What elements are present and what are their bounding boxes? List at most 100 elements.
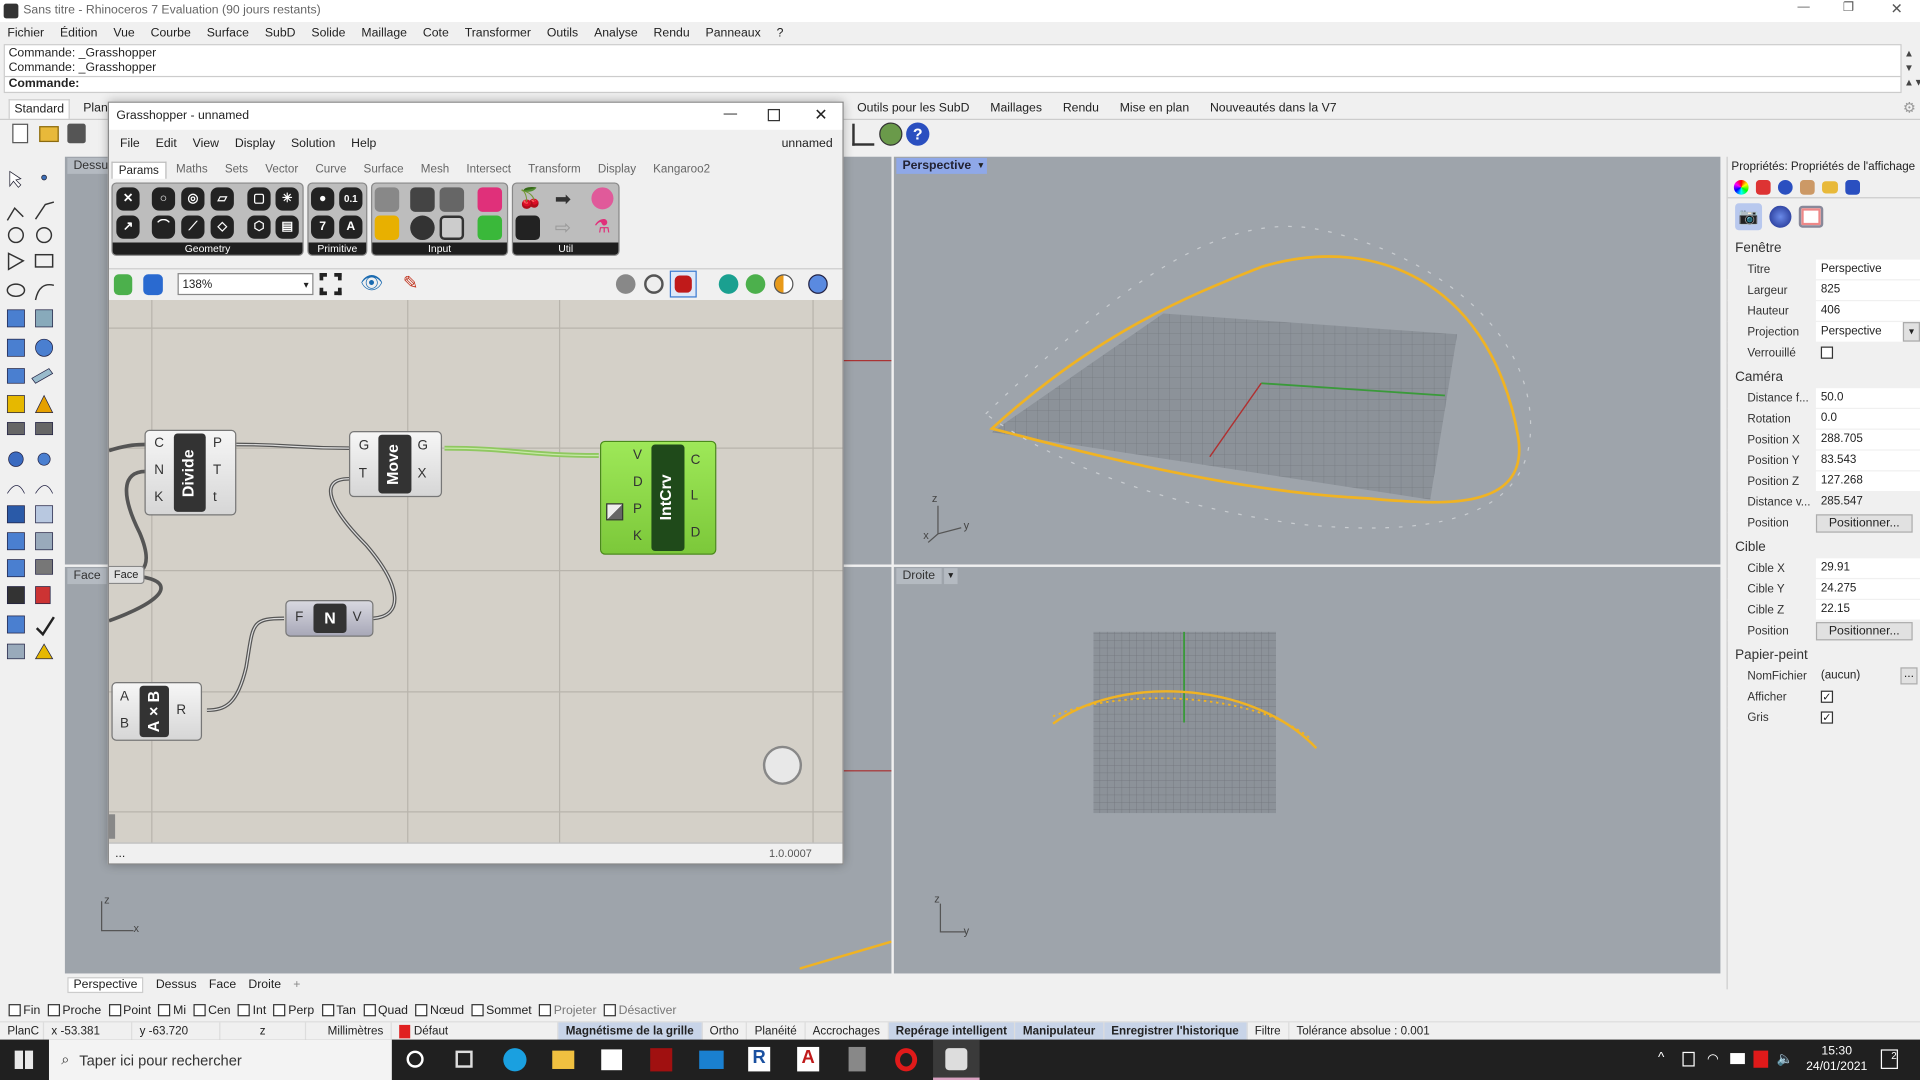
input-pin[interactable]: A	[120, 689, 129, 704]
preview-shaded-button[interactable]	[669, 270, 697, 298]
menu-item[interactable]: Vue	[113, 26, 134, 39]
windows-start-icon[interactable]	[14, 1050, 34, 1069]
new-file-icon[interactable]	[12, 123, 29, 144]
menu-item[interactable]: Maillage	[361, 26, 407, 39]
menu-item[interactable]: Fichier	[7, 26, 44, 39]
gh-tab-sets[interactable]: Sets	[225, 163, 248, 176]
clock[interactable]: 15:30 24/01/2021	[1800, 1043, 1873, 1075]
gh-menu-item[interactable]: Help	[351, 137, 376, 150]
left-toolbar[interactable]	[2, 165, 61, 667]
gh-document-name[interactable]: unnamed	[782, 137, 833, 150]
osnap-3[interactable]: Mi	[158, 1003, 186, 1017]
gh-param-icon[interactable]: ✳	[275, 187, 299, 211]
gh-tab-intersect[interactable]: Intersect	[466, 163, 511, 176]
menu-item[interactable]: Courbe	[151, 26, 191, 39]
help-panel-icon[interactable]	[1845, 180, 1861, 195]
gh-param-icon[interactable]: ◎	[181, 187, 205, 211]
gh-param-icon[interactable]: ▤	[275, 215, 299, 239]
input-pin[interactable]: D	[633, 475, 643, 490]
osnap-checkbox[interactable]	[8, 1004, 21, 1017]
prop-value-field[interactable]: 0.0	[1815, 408, 1920, 429]
output-pin[interactable]: L	[691, 489, 699, 504]
preview-eye-icon[interactable]: 👁	[360, 272, 383, 294]
color-wheel-icon[interactable]	[1733, 180, 1749, 195]
output-pin[interactable]: t	[213, 490, 217, 505]
zoom-extents-icon[interactable]	[319, 273, 342, 296]
gh-menu-item[interactable]: File	[120, 137, 140, 150]
number-param-icon[interactable]: 0.1	[339, 187, 363, 211]
osnap-checkbox[interactable]	[471, 1004, 484, 1017]
gh-param-icon[interactable]: ⟋	[181, 215, 205, 239]
close-button[interactable]: ✕	[1891, 0, 1903, 17]
osnap-checkbox[interactable]	[47, 1004, 60, 1017]
arrow-outline-icon[interactable]: ⇨	[555, 216, 571, 240]
wifi-icon[interactable]: ◠	[1707, 1051, 1719, 1067]
panel-icon[interactable]	[439, 187, 465, 212]
gh-param-icon[interactable]: ⬡	[247, 215, 271, 239]
boolean-param-icon[interactable]: ●	[311, 187, 335, 211]
gh-param-icon[interactable]: ⌒	[151, 215, 176, 239]
group-label[interactable]: Geometry	[112, 242, 303, 255]
prop-value-field[interactable]: 29.91	[1815, 558, 1920, 578]
osnap-6[interactable]: Perp	[273, 1003, 314, 1017]
data-recorder-icon[interactable]	[591, 187, 614, 210]
input-pin[interactable]: N	[154, 463, 164, 478]
gh-menu-item[interactable]: Solution	[291, 137, 335, 150]
menu-item[interactable]: Rendu	[654, 26, 690, 39]
tab-plan[interactable]: Plan	[83, 102, 108, 115]
battery-icon[interactable]	[1730, 1053, 1745, 1065]
menu-item[interactable]: Panneaux	[706, 26, 761, 39]
tray-chevron-icon[interactable]: ^	[1658, 1051, 1664, 1066]
osnap-0[interactable]: Fin	[8, 1003, 40, 1017]
opera-icon[interactable]	[895, 1048, 918, 1072]
viewport-frame-icon[interactable]	[1798, 205, 1824, 228]
flask-icon[interactable]: ⚗	[594, 216, 610, 238]
help-icon[interactable]: ?	[906, 122, 930, 146]
gh-tab-transform[interactable]: Transform	[528, 163, 581, 176]
gh-menu-item[interactable]: Edit	[156, 137, 177, 150]
osnap-7[interactable]: Tan	[321, 1003, 356, 1017]
vp-tab-right[interactable]: Droite	[248, 978, 281, 991]
save-icon[interactable]	[67, 123, 86, 144]
gh-component-multiply[interactable]: A B A×B R	[111, 682, 203, 741]
minimize-button[interactable]: —	[1798, 0, 1810, 13]
status-toggle[interactable]: Planéité	[747, 1021, 806, 1041]
gh-param-icon[interactable]: ▢	[247, 187, 271, 211]
output-pin[interactable]: P	[213, 436, 222, 451]
current-layer[interactable]: Défaut	[392, 1021, 559, 1041]
gh-component-normal[interactable]: F N V	[285, 600, 374, 637]
output-pin[interactable]: D	[691, 525, 701, 540]
gh-maximize-button[interactable]	[767, 108, 781, 122]
integer-param-icon[interactable]: 7	[311, 215, 335, 239]
gh-open-icon[interactable]	[113, 274, 133, 296]
taskbar-search[interactable]: ⌕ Taper ici pour rechercher	[48, 1039, 392, 1080]
volume-icon[interactable]: 🔈	[1777, 1051, 1794, 1067]
prop-value-field[interactable]: 288.705	[1815, 429, 1920, 450]
output-pin[interactable]: R	[176, 703, 186, 718]
preview-selected-icon[interactable]	[718, 274, 739, 294]
group-label[interactable]: Primitive	[308, 242, 367, 255]
cortana-icon[interactable]	[406, 1050, 424, 1068]
task-view-icon[interactable]	[455, 1050, 473, 1068]
gear-icon[interactable]: ⚙	[1903, 99, 1916, 116]
prop-value-field[interactable]: Perspective	[1815, 259, 1920, 280]
menu-item[interactable]: ?	[777, 26, 784, 39]
tab-meshes[interactable]: Maillages	[990, 102, 1042, 115]
camera-icon[interactable]: 📷	[1735, 203, 1763, 231]
gh-param-icon[interactable]: ▱	[210, 187, 234, 211]
input-pin[interactable]: G	[359, 438, 369, 453]
display-settings-icon[interactable]	[808, 274, 828, 294]
input-pin[interactable]: F	[295, 610, 303, 625]
gh-tab-vector[interactable]: Vector	[265, 163, 298, 176]
camera-position-button[interactable]: Positionner...	[1815, 513, 1913, 533]
menu-item[interactable]: SubD	[265, 26, 296, 39]
prop-value-field[interactable]: 406	[1815, 301, 1920, 321]
gh-tab-curve[interactable]: Curve	[315, 163, 346, 176]
menu-item[interactable]: Solide	[311, 26, 345, 39]
status-toggle[interactable]: Accrochages	[805, 1021, 889, 1041]
gray-wallpaper-checkbox[interactable]: ✓	[1820, 711, 1834, 724]
gh-face-param[interactable]: Face	[108, 565, 145, 585]
gh-minimize-button[interactable]: —	[724, 107, 737, 122]
gh-component-move[interactable]: G T Move G X	[348, 431, 443, 498]
folder-icon[interactable]	[1822, 181, 1838, 194]
